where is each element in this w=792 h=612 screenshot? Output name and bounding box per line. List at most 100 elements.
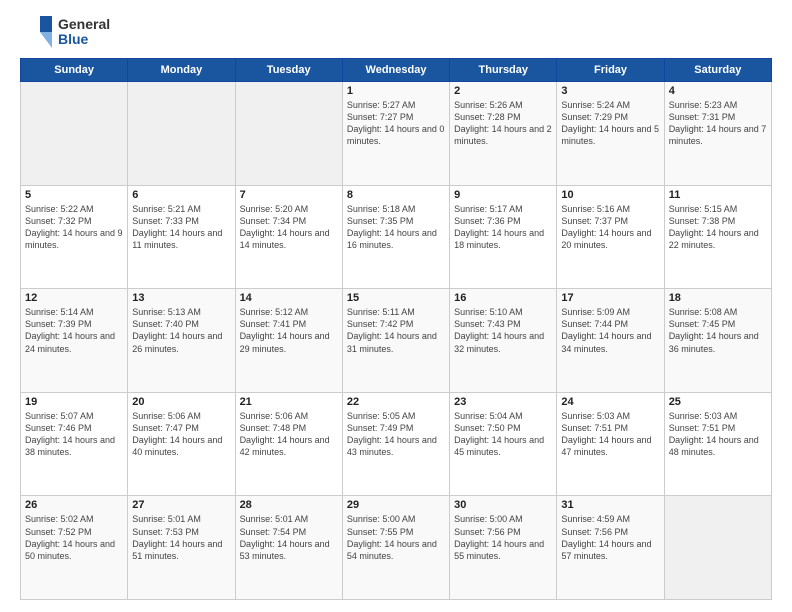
logo-general: General xyxy=(58,17,110,32)
day-number: 1 xyxy=(347,85,445,97)
day-number: 24 xyxy=(561,396,659,408)
day-number: 11 xyxy=(669,189,767,201)
day-info: Sunrise: 5:21 AMSunset: 7:33 PMDaylight:… xyxy=(132,203,230,252)
day-number: 21 xyxy=(240,396,338,408)
day-number: 15 xyxy=(347,292,445,304)
day-info: Sunrise: 5:14 AMSunset: 7:39 PMDaylight:… xyxy=(25,306,123,355)
day-number: 27 xyxy=(132,499,230,511)
calendar-week-row: 5 Sunrise: 5:22 AMSunset: 7:32 PMDaylight… xyxy=(21,185,772,289)
calendar-day-cell: 27 Sunrise: 5:01 AMSunset: 7:53 PMDayligh… xyxy=(128,496,235,600)
day-info: Sunrise: 5:10 AMSunset: 7:43 PMDaylight:… xyxy=(454,306,552,355)
day-info: Sunrise: 5:17 AMSunset: 7:36 PMDaylight:… xyxy=(454,203,552,252)
calendar-day-cell: 7 Sunrise: 5:20 AMSunset: 7:34 PMDaylight… xyxy=(235,185,342,289)
day-info: Sunrise: 5:12 AMSunset: 7:41 PMDaylight:… xyxy=(240,306,338,355)
day-info: Sunrise: 5:22 AMSunset: 7:32 PMDaylight:… xyxy=(25,203,123,252)
day-info: Sunrise: 5:01 AMSunset: 7:53 PMDaylight:… xyxy=(132,513,230,562)
calendar-day-cell: 5 Sunrise: 5:22 AMSunset: 7:32 PMDaylight… xyxy=(21,185,128,289)
calendar-day-cell: 22 Sunrise: 5:05 AMSunset: 7:49 PMDayligh… xyxy=(342,392,449,496)
calendar-day-cell: 14 Sunrise: 5:12 AMSunset: 7:41 PMDayligh… xyxy=(235,289,342,393)
day-info: Sunrise: 5:02 AMSunset: 7:52 PMDaylight:… xyxy=(25,513,123,562)
page: General Blue SundayMondayTuesdayWednesda… xyxy=(0,0,792,612)
day-info: Sunrise: 5:06 AMSunset: 7:47 PMDaylight:… xyxy=(132,410,230,459)
logo-text: General Blue xyxy=(58,17,110,48)
day-info: Sunrise: 5:05 AMSunset: 7:49 PMDaylight:… xyxy=(347,410,445,459)
weekday-header-cell: Monday xyxy=(128,59,235,82)
day-number: 19 xyxy=(25,396,123,408)
day-number: 20 xyxy=(132,396,230,408)
day-number: 2 xyxy=(454,85,552,97)
day-number: 14 xyxy=(240,292,338,304)
day-info: Sunrise: 5:24 AMSunset: 7:29 PMDaylight:… xyxy=(561,99,659,148)
calendar-day-cell: 19 Sunrise: 5:07 AMSunset: 7:46 PMDayligh… xyxy=(21,392,128,496)
calendar-day-cell: 17 Sunrise: 5:09 AMSunset: 7:44 PMDayligh… xyxy=(557,289,664,393)
day-number: 26 xyxy=(25,499,123,511)
calendar-day-cell xyxy=(235,82,342,186)
day-info: Sunrise: 5:08 AMSunset: 7:45 PMDaylight:… xyxy=(669,306,767,355)
day-info: Sunrise: 5:18 AMSunset: 7:35 PMDaylight:… xyxy=(347,203,445,252)
day-info: Sunrise: 5:13 AMSunset: 7:40 PMDaylight:… xyxy=(132,306,230,355)
day-number: 9 xyxy=(454,189,552,201)
calendar-week-row: 1 Sunrise: 5:27 AMSunset: 7:27 PMDaylight… xyxy=(21,82,772,186)
day-number: 18 xyxy=(669,292,767,304)
day-info: Sunrise: 5:00 AMSunset: 7:55 PMDaylight:… xyxy=(347,513,445,562)
day-number: 22 xyxy=(347,396,445,408)
day-info: Sunrise: 5:01 AMSunset: 7:54 PMDaylight:… xyxy=(240,513,338,562)
day-info: Sunrise: 5:07 AMSunset: 7:46 PMDaylight:… xyxy=(25,410,123,459)
day-info: Sunrise: 5:04 AMSunset: 7:50 PMDaylight:… xyxy=(454,410,552,459)
calendar-table: SundayMondayTuesdayWednesdayThursdayFrid… xyxy=(20,58,772,600)
logo: General Blue xyxy=(20,16,110,48)
calendar-day-cell: 8 Sunrise: 5:18 AMSunset: 7:35 PMDaylight… xyxy=(342,185,449,289)
day-number: 7 xyxy=(240,189,338,201)
day-info: Sunrise: 5:03 AMSunset: 7:51 PMDaylight:… xyxy=(669,410,767,459)
day-number: 29 xyxy=(347,499,445,511)
calendar-body: 1 Sunrise: 5:27 AMSunset: 7:27 PMDaylight… xyxy=(21,82,772,600)
day-number: 3 xyxy=(561,85,659,97)
day-number: 5 xyxy=(25,189,123,201)
day-info: Sunrise: 5:20 AMSunset: 7:34 PMDaylight:… xyxy=(240,203,338,252)
calendar-day-cell: 15 Sunrise: 5:11 AMSunset: 7:42 PMDayligh… xyxy=(342,289,449,393)
calendar-day-cell: 3 Sunrise: 5:24 AMSunset: 7:29 PMDaylight… xyxy=(557,82,664,186)
day-number: 23 xyxy=(454,396,552,408)
calendar-day-cell: 13 Sunrise: 5:13 AMSunset: 7:40 PMDayligh… xyxy=(128,289,235,393)
calendar-day-cell: 12 Sunrise: 5:14 AMSunset: 7:39 PMDayligh… xyxy=(21,289,128,393)
day-info: Sunrise: 5:26 AMSunset: 7:28 PMDaylight:… xyxy=(454,99,552,148)
calendar-day-cell: 16Sunrise: 5:10 AMSunset: 7:43 PMDayligh… xyxy=(450,289,557,393)
calendar-day-cell: 24 Sunrise: 5:03 AMSunset: 7:51 PMDayligh… xyxy=(557,392,664,496)
calendar-day-cell: 6 Sunrise: 5:21 AMSunset: 7:33 PMDaylight… xyxy=(128,185,235,289)
calendar-week-row: 26 Sunrise: 5:02 AMSunset: 7:52 PMDayligh… xyxy=(21,496,772,600)
day-info: Sunrise: 5:03 AMSunset: 7:51 PMDaylight:… xyxy=(561,410,659,459)
day-number: 6 xyxy=(132,189,230,201)
logo-graphic xyxy=(20,16,52,48)
day-info: Sunrise: 5:27 AMSunset: 7:27 PMDaylight:… xyxy=(347,99,445,148)
calendar-day-cell xyxy=(128,82,235,186)
calendar-day-cell: 20 Sunrise: 5:06 AMSunset: 7:47 PMDayligh… xyxy=(128,392,235,496)
day-number: 17 xyxy=(561,292,659,304)
calendar-day-cell xyxy=(664,496,771,600)
day-number: 12 xyxy=(25,292,123,304)
calendar-day-cell: 29 Sunrise: 5:00 AMSunset: 7:55 PMDayligh… xyxy=(342,496,449,600)
day-info: Sunrise: 5:09 AMSunset: 7:44 PMDaylight:… xyxy=(561,306,659,355)
day-number: 8 xyxy=(347,189,445,201)
calendar-day-cell: 1 Sunrise: 5:27 AMSunset: 7:27 PMDaylight… xyxy=(342,82,449,186)
day-number: 13 xyxy=(132,292,230,304)
weekday-header-row: SundayMondayTuesdayWednesdayThursdayFrid… xyxy=(21,59,772,82)
calendar-day-cell: 31Sunrise: 4:59 AMSunset: 7:56 PMDayligh… xyxy=(557,496,664,600)
weekday-header-cell: Saturday xyxy=(664,59,771,82)
calendar-day-cell: 2 Sunrise: 5:26 AMSunset: 7:28 PMDaylight… xyxy=(450,82,557,186)
calendar-day-cell: 11Sunrise: 5:15 AMSunset: 7:38 PMDayligh… xyxy=(664,185,771,289)
calendar-day-cell: 25Sunrise: 5:03 AMSunset: 7:51 PMDayligh… xyxy=(664,392,771,496)
day-number: 30 xyxy=(454,499,552,511)
weekday-header-cell: Thursday xyxy=(450,59,557,82)
calendar-day-cell: 30Sunrise: 5:00 AMSunset: 7:56 PMDayligh… xyxy=(450,496,557,600)
calendar-day-cell: 9 Sunrise: 5:17 AMSunset: 7:36 PMDaylight… xyxy=(450,185,557,289)
logo-svg xyxy=(20,16,52,48)
calendar-day-cell: 4Sunrise: 5:23 AMSunset: 7:31 PMDaylight… xyxy=(664,82,771,186)
calendar-day-cell: 10Sunrise: 5:16 AMSunset: 7:37 PMDayligh… xyxy=(557,185,664,289)
calendar-day-cell: 23 Sunrise: 5:04 AMSunset: 7:50 PMDayligh… xyxy=(450,392,557,496)
calendar-week-row: 19 Sunrise: 5:07 AMSunset: 7:46 PMDayligh… xyxy=(21,392,772,496)
day-info: Sunrise: 5:11 AMSunset: 7:42 PMDaylight:… xyxy=(347,306,445,355)
calendar-day-cell: 28Sunrise: 5:01 AMSunset: 7:54 PMDayligh… xyxy=(235,496,342,600)
day-info: Sunrise: 5:06 AMSunset: 7:48 PMDaylight:… xyxy=(240,410,338,459)
calendar-day-cell: 26 Sunrise: 5:02 AMSunset: 7:52 PMDayligh… xyxy=(21,496,128,600)
calendar-day-cell: 21 Sunrise: 5:06 AMSunset: 7:48 PMDayligh… xyxy=(235,392,342,496)
